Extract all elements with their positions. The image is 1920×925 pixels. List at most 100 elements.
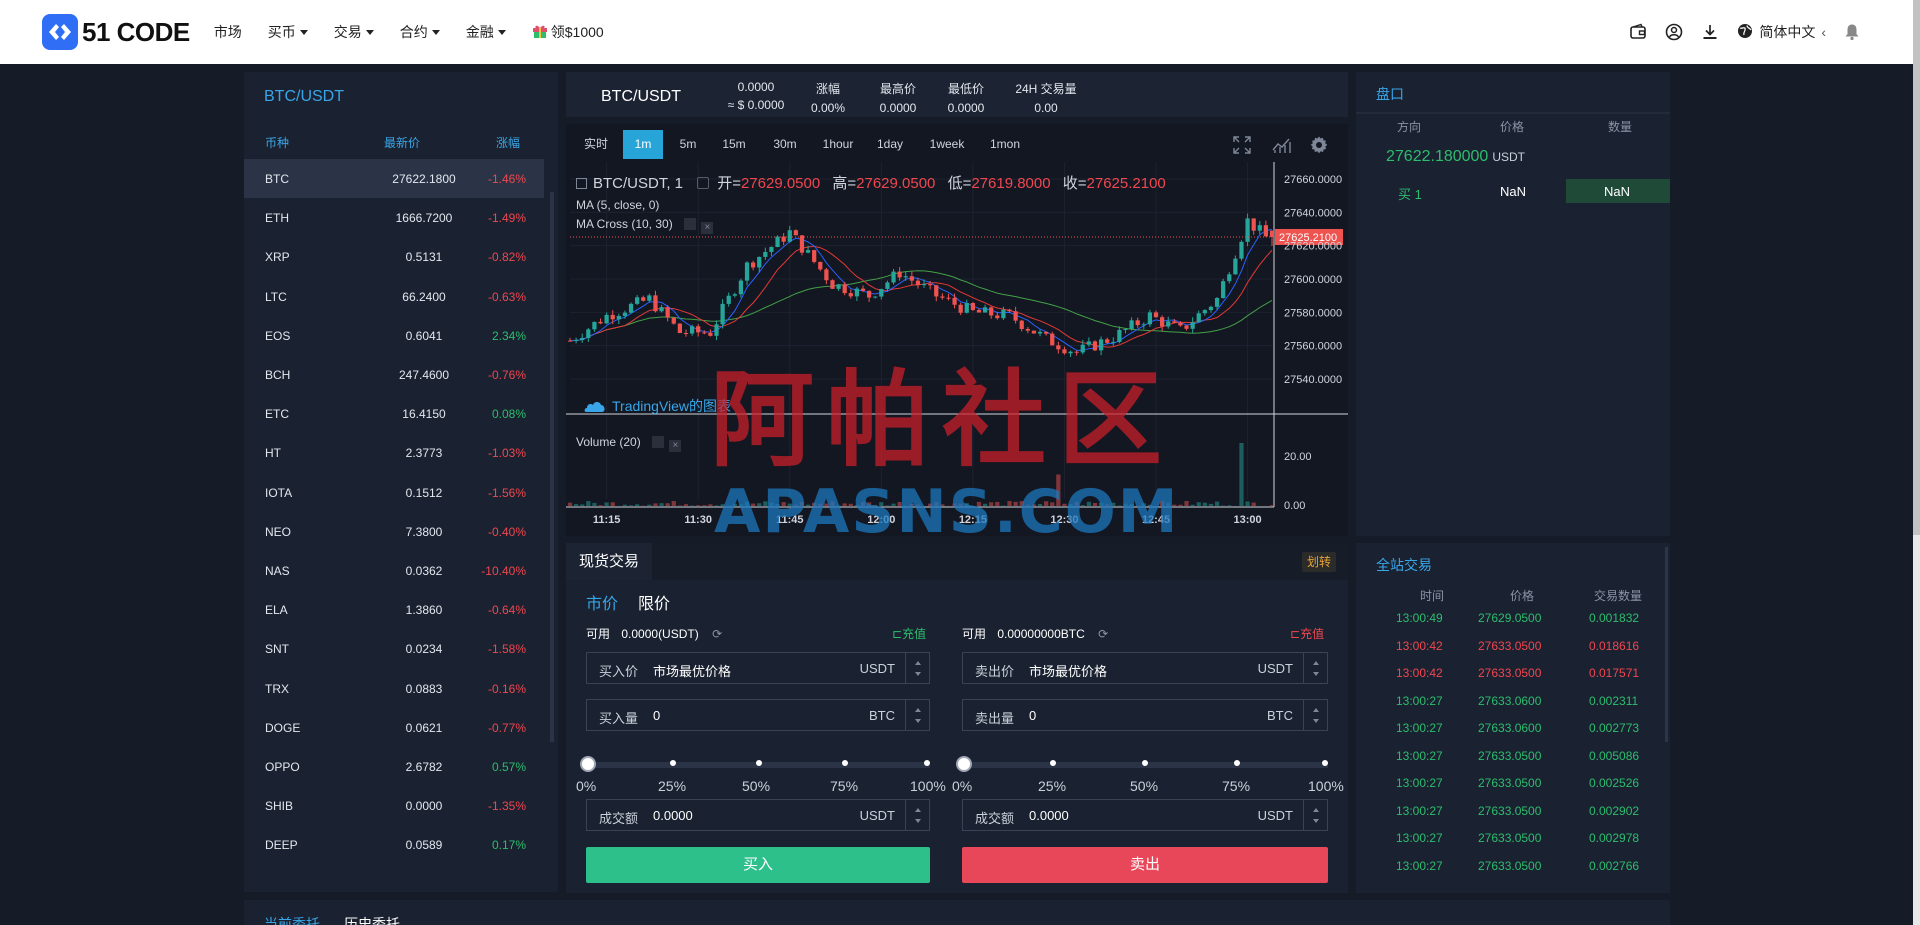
trade-row[interactable]: 13:00:27 27633.0600 0.002773 xyxy=(1356,717,1656,739)
slider-tick[interactable] xyxy=(1322,760,1328,766)
market-trades-scrollbar[interactable] xyxy=(1665,547,1668,742)
tf-1mon[interactable]: 1mon xyxy=(982,130,1028,159)
trade-row[interactable]: 13:00:27 27633.0500 0.002978 xyxy=(1356,827,1656,849)
refresh-icon[interactable]: ⟳ xyxy=(1098,627,1108,641)
trade-row[interactable]: 13:00:27 27633.0500 0.002902 xyxy=(1356,800,1656,822)
market-row[interactable]: XRP 0.5131 -0.82% xyxy=(244,237,544,276)
market-row[interactable]: SNT 0.0234 -1.58% xyxy=(244,629,544,668)
page-scrollbar-thumb[interactable] xyxy=(1913,0,1920,535)
market-row[interactable]: SHIB 0.0000 -1.35% xyxy=(244,786,544,825)
sell-total-field[interactable]: 成交额 0.0000 USDT xyxy=(962,799,1328,831)
study-ma-cross[interactable]: MA Cross (10, 30) × xyxy=(576,217,714,234)
market-row[interactable]: EOS 0.6041 2.34% xyxy=(244,316,544,355)
tf-realtime[interactable]: 实时 xyxy=(574,130,618,159)
close-icon[interactable]: × xyxy=(701,222,714,234)
stepper[interactable] xyxy=(905,700,929,730)
market-row[interactable]: LTC 66.2400 -0.63% xyxy=(244,277,544,316)
market-row[interactable]: HT 2.3773 -1.03% xyxy=(244,433,544,472)
stepper[interactable] xyxy=(905,800,929,830)
language-selector[interactable]: 简体中文 ‹ xyxy=(1737,22,1826,42)
slider-tick[interactable] xyxy=(1234,760,1240,766)
market-row[interactable]: TRX 0.0883 -0.16% xyxy=(244,669,544,708)
tab-history-orders[interactable]: 历史委托 xyxy=(344,914,400,925)
tf-1week[interactable]: 1week xyxy=(922,130,972,159)
logo[interactable]: 51 CODE xyxy=(42,14,190,50)
tab-spot-trade[interactable]: 现货交易 xyxy=(566,543,652,580)
sell-amount-field[interactable]: 卖出量 0 BTC xyxy=(962,699,1328,731)
bell-icon[interactable] xyxy=(1844,23,1860,41)
user-icon[interactable] xyxy=(1665,23,1683,41)
trade-row[interactable]: 13:00:27 27633.0500 0.005086 xyxy=(1356,745,1656,767)
market-row[interactable]: BCH 247.4600 -0.76% xyxy=(244,355,544,394)
slider-tick[interactable] xyxy=(1142,760,1148,766)
order-type-limit[interactable]: 限价 xyxy=(638,590,670,614)
market-row[interactable]: DOGE 0.0621 -0.77% xyxy=(244,708,544,747)
study-volume[interactable]: Volume (20) × xyxy=(576,435,682,452)
nav-contract[interactable]: 合约 xyxy=(400,22,440,42)
market-row[interactable]: BTC 27622.1800 -1.46% xyxy=(244,159,544,198)
stepper[interactable] xyxy=(1303,800,1327,830)
nav-promo[interactable]: 领$1000 xyxy=(532,22,604,42)
buy-deposit-link[interactable]: ⊏充值 xyxy=(892,625,926,642)
slider-handle[interactable] xyxy=(580,756,596,772)
buy-total-field[interactable]: 成交额 0.0000 USDT xyxy=(586,799,930,831)
orderbook-row[interactable]: 买 1 NaN NaN xyxy=(1356,179,1670,203)
buy-price-field[interactable]: 买入价 市场最优价格 USDT xyxy=(586,652,930,684)
sell-price-field[interactable]: 卖出价 市场最优价格 USDT xyxy=(962,652,1328,684)
page-scrollbar[interactable] xyxy=(1913,0,1920,925)
close-icon[interactable]: × xyxy=(669,440,682,452)
slider-tick[interactable] xyxy=(670,760,676,766)
market-row[interactable]: ETH 1666.7200 -1.49% xyxy=(244,198,544,237)
trade-row[interactable]: 13:00:27 27633.0500 0.002526 xyxy=(1356,772,1656,794)
nav-trade[interactable]: 交易 xyxy=(334,22,374,42)
download-icon[interactable] xyxy=(1701,23,1719,41)
market-row[interactable]: DEEP 0.0589 0.17% xyxy=(244,825,544,864)
tf-30m[interactable]: 30m xyxy=(764,130,806,159)
order-type-market[interactable]: 市价 xyxy=(586,590,618,614)
nav-buy-coin[interactable]: 买币 xyxy=(268,22,308,42)
tab-current-orders[interactable]: 当前委托 xyxy=(264,914,320,925)
trade-row[interactable]: 13:00:27 27633.0600 0.002311 xyxy=(1356,690,1656,712)
market-row[interactable]: ETC 16.4150 0.08% xyxy=(244,394,544,433)
study-settings-icon[interactable] xyxy=(652,436,665,448)
sell-percent-slider[interactable] xyxy=(956,756,1328,772)
fullscreen-icon[interactable] xyxy=(1233,136,1251,157)
study-settings-icon[interactable] xyxy=(684,218,697,230)
market-list-scrollbar[interactable] xyxy=(550,192,554,742)
buy-button[interactable]: 买入 xyxy=(586,847,930,883)
sell-button[interactable]: 卖出 xyxy=(962,847,1328,883)
slider-tick[interactable] xyxy=(756,760,762,766)
trade-row[interactable]: 13:00:42 27633.0500 0.017571 xyxy=(1356,662,1656,684)
indicators-icon[interactable] xyxy=(1272,136,1292,157)
nav-market[interactable]: 市场 xyxy=(214,22,242,42)
trade-row[interactable]: 13:00:27 27633.0500 0.002766 xyxy=(1356,855,1656,877)
tf-5m[interactable]: 5m xyxy=(668,130,708,159)
stepper[interactable] xyxy=(1303,700,1327,730)
trade-row[interactable]: 13:00:42 27633.0500 0.018616 xyxy=(1356,635,1656,657)
tf-1day[interactable]: 1day xyxy=(868,130,912,159)
collapse-icon[interactable] xyxy=(576,178,587,189)
tf-15m[interactable]: 15m xyxy=(714,130,754,159)
tradingview-brand[interactable]: TradingView的图表 xyxy=(584,396,731,416)
buy-amount-field[interactable]: 买入量 0 BTC xyxy=(586,699,930,731)
market-row[interactable]: NAS 0.0362 -10.40% xyxy=(244,551,544,590)
slider-tick[interactable] xyxy=(1050,760,1056,766)
transfer-button[interactable]: 划转 xyxy=(1301,552,1336,572)
wallet-icon[interactable] xyxy=(1629,23,1647,41)
stepper[interactable] xyxy=(1303,653,1327,683)
slider-tick[interactable] xyxy=(924,760,930,766)
market-row[interactable]: OPPO 2.6782 0.57% xyxy=(244,747,544,786)
trade-row[interactable]: 13:00:49 27629.0500 0.001832 xyxy=(1356,607,1656,629)
tf-1hour[interactable]: 1hour xyxy=(814,130,862,159)
stepper[interactable] xyxy=(905,653,929,683)
buy-percent-slider[interactable] xyxy=(580,756,930,772)
study-ma[interactable]: MA (5, close, 0) xyxy=(576,198,659,212)
slider-handle[interactable] xyxy=(956,756,972,772)
market-row[interactable]: ELA 1.3860 -0.64% xyxy=(244,590,544,629)
settings-gear-icon[interactable] xyxy=(1310,136,1328,157)
settings-small-icon[interactable] xyxy=(697,177,710,189)
market-row[interactable]: IOTA 0.1512 -1.56% xyxy=(244,473,544,512)
nav-finance[interactable]: 金融 xyxy=(466,22,506,42)
slider-tick[interactable] xyxy=(842,760,848,766)
tf-1m[interactable]: 1m xyxy=(623,130,663,159)
